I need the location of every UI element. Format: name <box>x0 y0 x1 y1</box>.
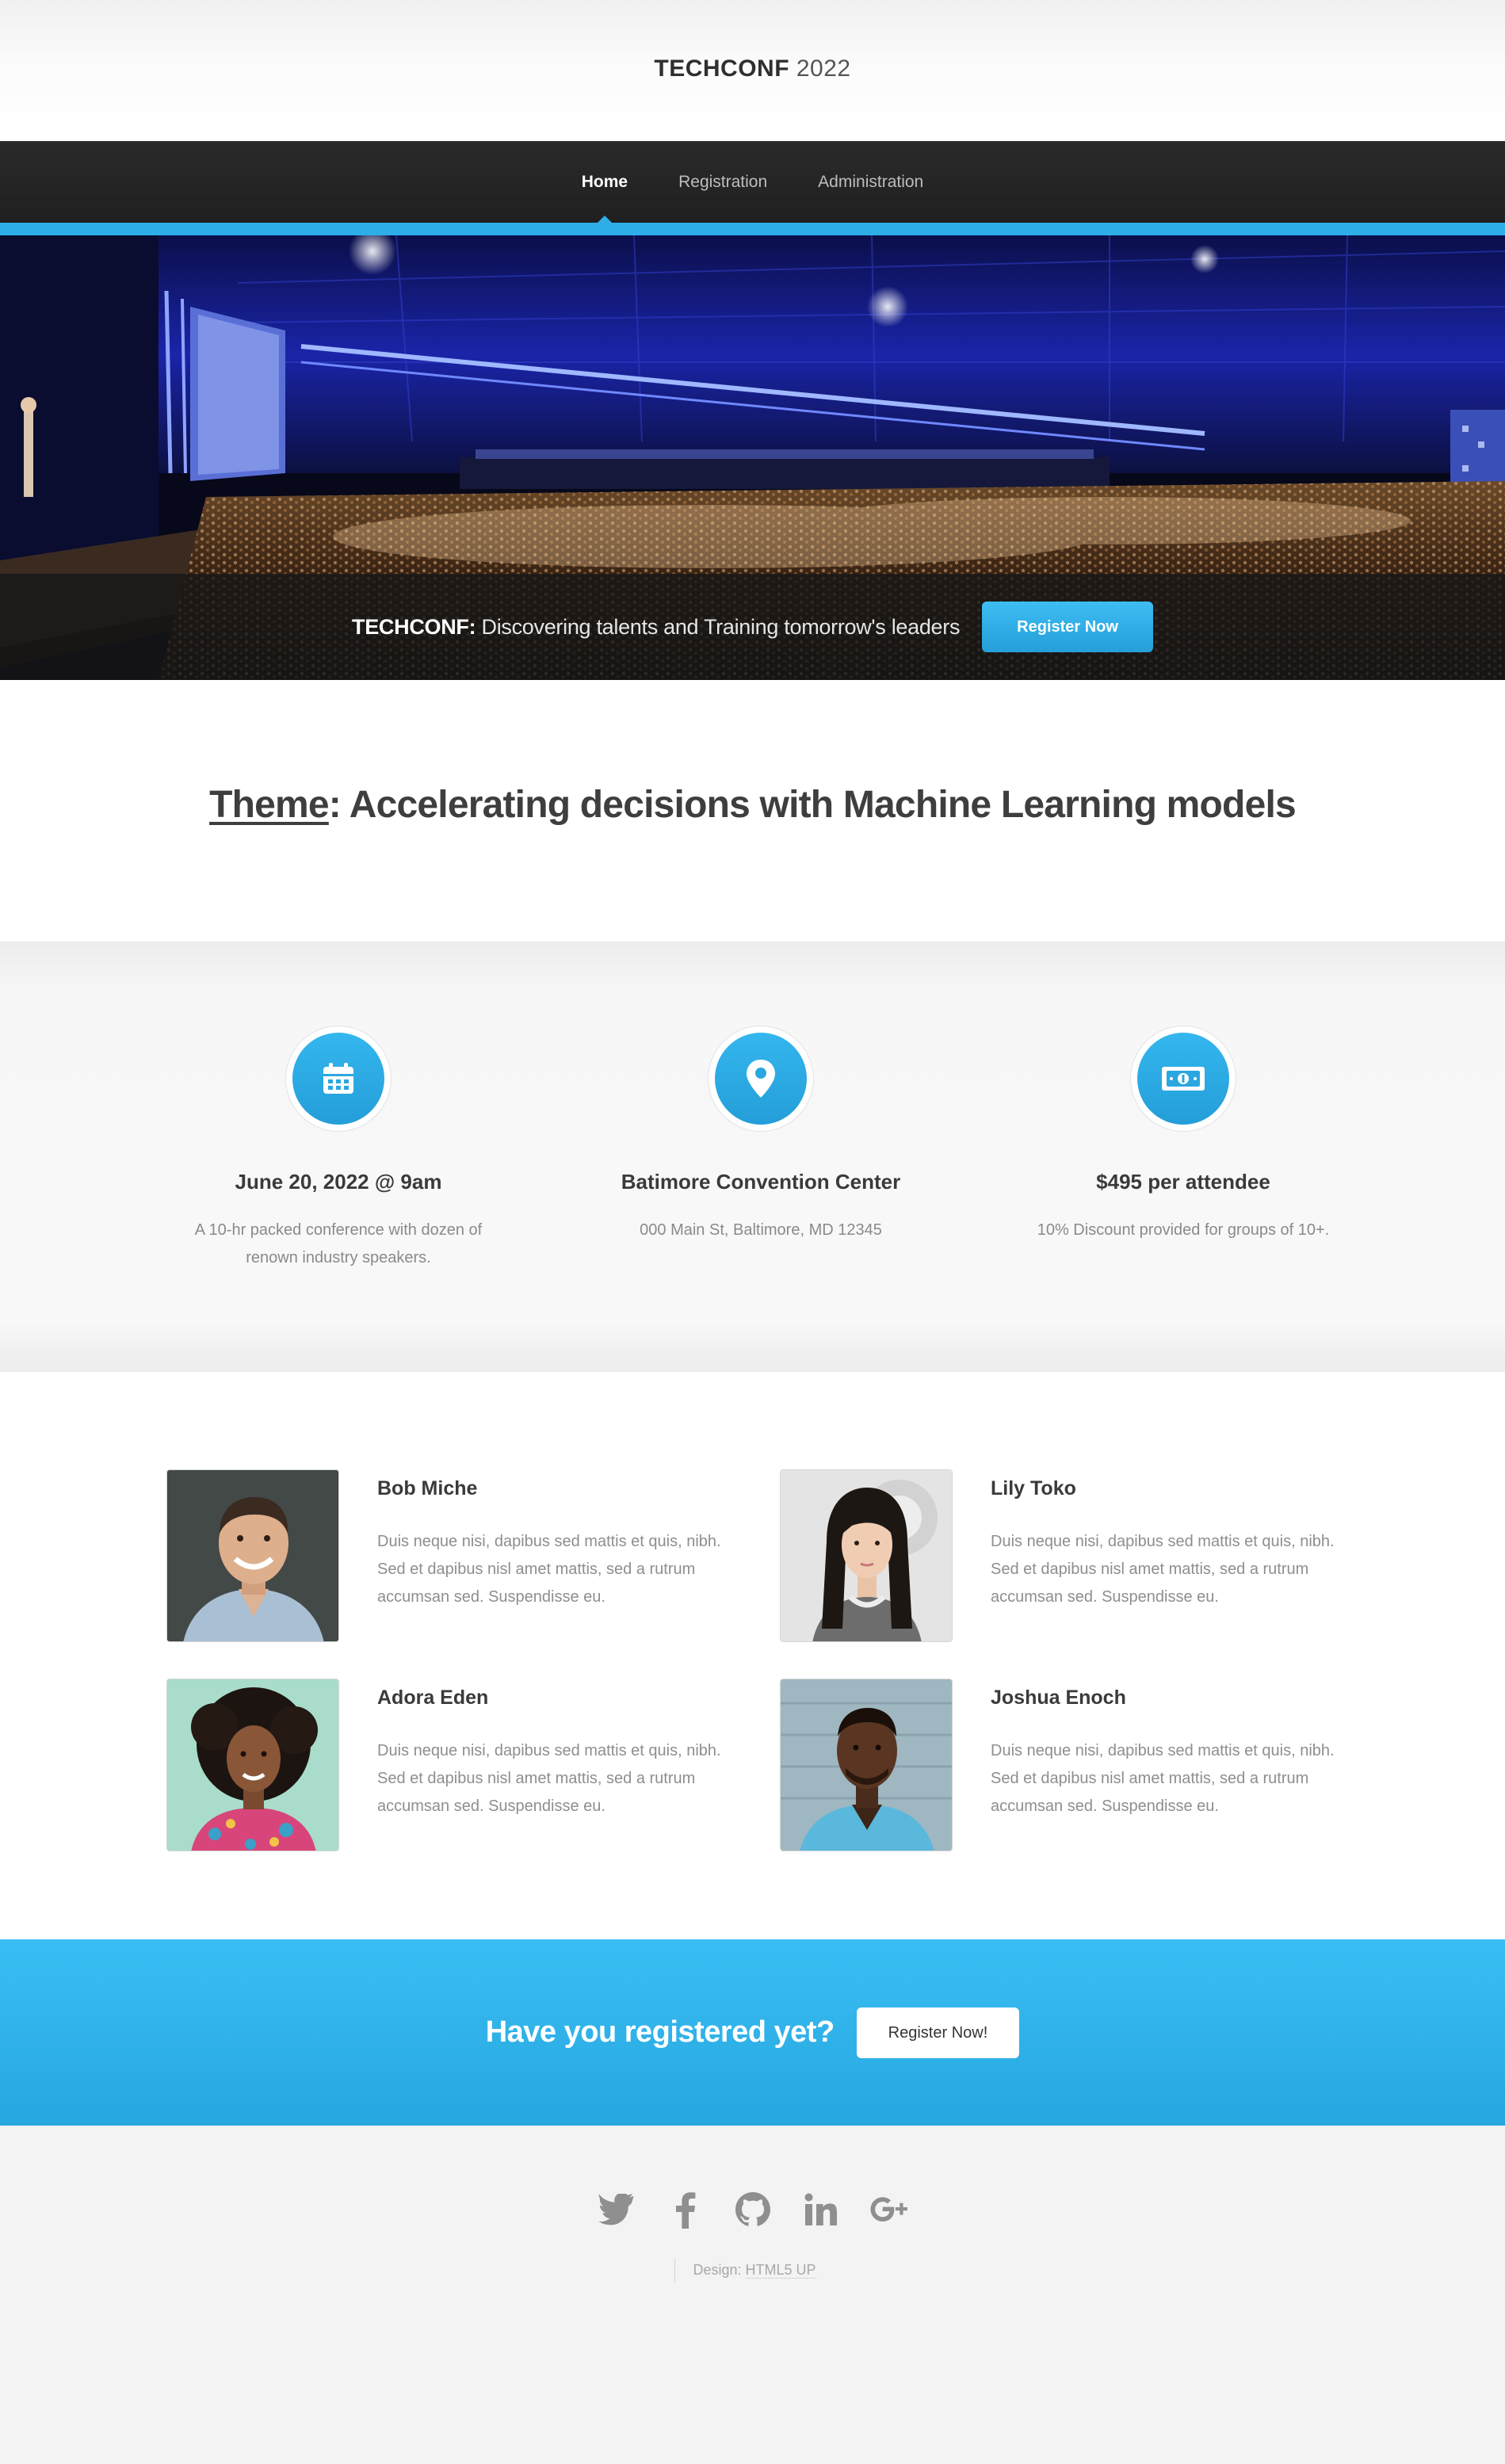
twitter-icon[interactable] <box>597 2189 636 2230</box>
speaker-photo <box>166 1679 339 1851</box>
calendar-icon <box>292 1033 384 1125</box>
banner-tagline-text: Discovering talents and Training tomorro… <box>481 614 961 639</box>
cta-section: Have you registered yet? Register Now! <box>0 1939 1505 2126</box>
nav-item-home[interactable]: Home <box>582 141 628 223</box>
github-icon[interactable] <box>733 2189 773 2230</box>
nav-list: Home Registration Administration <box>0 141 1505 223</box>
speaker-card: Adora Eden Duis neque nisi, dapibus sed … <box>166 1679 769 1853</box>
social-icons <box>0 2189 1505 2230</box>
banner-brand: TECHCONF: <box>352 614 476 639</box>
register-now-cta-button[interactable]: Register Now! <box>856 2007 1020 2058</box>
money-bill-icon <box>1137 1033 1229 1125</box>
credit-prefix: Design: <box>693 2262 742 2278</box>
design-credit: Design: HTML5 UP <box>0 2259 1505 2282</box>
speaker-name: Lily Toko <box>991 1477 1076 1499</box>
feature-title: June 20, 2022 @ 9am <box>235 1170 442 1194</box>
hero-banner: TECHCONF: Discovering talents and Traini… <box>0 235 1505 680</box>
feature-price: $495 per attendee 10% Discount provided … <box>1017 1026 1350 1244</box>
speaker-name: Bob Miche <box>377 1477 478 1499</box>
speaker-card: Lily Toko Duis neque nisi, dapibus sed m… <box>780 1469 1382 1644</box>
register-now-button[interactable]: Register Now <box>982 602 1153 652</box>
feature-description: A 10-hr packed conference with dozen of … <box>194 1221 483 1266</box>
logo-text: TECHCONF <box>654 55 790 82</box>
linkedin-icon[interactable] <box>801 2189 841 2230</box>
credit-link[interactable]: HTML5 UP <box>745 2262 816 2279</box>
feature-date: June 20, 2022 @ 9am A 10-hr packed confe… <box>172 1026 505 1272</box>
main-navigation: Home Registration Administration <box>0 141 1505 223</box>
cta-text: Have you registered yet? <box>485 2015 835 2049</box>
speakers-section: Bob Miche Duis neque nisi, dapibus sed m… <box>0 1372 1505 1939</box>
nav-item-registration[interactable]: Registration <box>678 141 767 223</box>
speaker-name: Joshua Enoch <box>991 1687 1126 1709</box>
speaker-bio: Duis neque nisi, dapibus sed mattis et q… <box>377 1533 721 1606</box>
speaker-photo <box>780 1469 953 1642</box>
location-pin-icon <box>715 1033 807 1125</box>
facebook-icon[interactable] <box>665 2189 705 2230</box>
feature-icon-ring <box>708 1026 814 1132</box>
theme-label: Theme <box>209 784 330 826</box>
feature-description: 10% Discount provided for groups of 10+. <box>1037 1221 1330 1239</box>
logo-year: 2022 <box>796 55 851 82</box>
speaker-card: Bob Miche Duis neque nisi, dapibus sed m… <box>166 1469 769 1644</box>
feature-icon-ring <box>285 1026 392 1132</box>
nav-item-administration[interactable]: Administration <box>818 141 923 223</box>
speaker-bio: Duis neque nisi, dapibus sed mattis et q… <box>377 1742 721 1815</box>
feature-description: 000 Main St, Baltimore, MD 12345 <box>640 1221 882 1239</box>
theme-section: Theme: Accelerating decisions with Machi… <box>0 680 1505 942</box>
feature-venue: Batimore Convention Center 000 Main St, … <box>594 1026 927 1244</box>
site-header: TECHCONF 2022 <box>0 0 1505 141</box>
speaker-photo <box>780 1679 953 1851</box>
site-logo[interactable]: TECHCONF 2022 <box>0 55 1505 82</box>
feature-title: $495 per attendee <box>1096 1170 1270 1194</box>
theme-text: : Accelerating decisions with Machine Le… <box>328 784 1297 826</box>
speaker-bio: Duis neque nisi, dapibus sed mattis et q… <box>991 1742 1335 1815</box>
site-footer: Design: HTML5 UP <box>0 2126 1505 2464</box>
banner-caption: TECHCONF: Discovering talents and Traini… <box>0 574 1505 680</box>
feature-title: Batimore Convention Center <box>621 1170 901 1194</box>
speaker-card: Joshua Enoch Duis neque nisi, dapibus se… <box>780 1679 1382 1853</box>
credit-wrapper: Design: HTML5 UP <box>674 2259 816 2282</box>
theme-heading: Theme: Accelerating decisions with Machi… <box>0 783 1505 827</box>
nav-accent-bar <box>0 223 1505 235</box>
speaker-bio: Duis neque nisi, dapibus sed mattis et q… <box>991 1533 1335 1606</box>
banner-tagline: TECHCONF: Discovering talents and Traini… <box>352 615 960 640</box>
features-section: June 20, 2022 @ 9am A 10-hr packed confe… <box>0 942 1505 1372</box>
speaker-photo <box>166 1469 339 1642</box>
google-plus-icon[interactable] <box>869 2189 909 2230</box>
feature-icon-ring <box>1130 1026 1236 1132</box>
speaker-name: Adora Eden <box>377 1687 489 1709</box>
